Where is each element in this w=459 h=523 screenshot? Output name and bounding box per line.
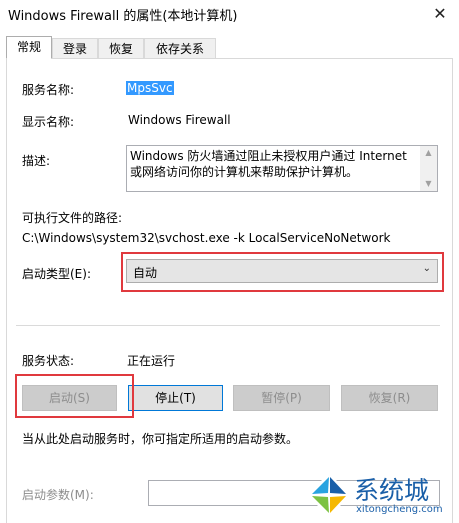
window-title: Windows Firewall 的属性(本地计算机) — [8, 9, 238, 24]
brand-logo-icon — [307, 473, 351, 517]
close-icon: ✕ — [433, 3, 447, 23]
description-box[interactable]: Windows 防火墙通过阻止未授权用户通过 Internet 或网络访问你的计… — [126, 145, 438, 192]
watermark-url: xitongcheng.com — [356, 504, 443, 515]
display-name-label: 显示名称: — [22, 115, 75, 129]
resume-button-label: 恢复(R) — [368, 391, 411, 405]
title-bar: Windows Firewall 的属性(本地计算机) ✕ — [0, 0, 459, 28]
description-scrollbar[interactable]: ▲ ▼ — [420, 146, 437, 191]
service-name-value[interactable]: MpsSvc — [126, 81, 174, 95]
watermark-brand: 系统城 — [354, 476, 430, 505]
service-status-value: 正在运行 — [127, 354, 176, 368]
close-button[interactable]: ✕ — [421, 0, 459, 26]
tab-dependencies-label: 依存关系 — [155, 42, 204, 56]
scroll-up-icon[interactable]: ▲ — [420, 146, 437, 160]
pause-button[interactable]: 暂停(P) — [233, 385, 330, 411]
description-label: 描述: — [22, 154, 51, 168]
service-name-label: 服务名称: — [22, 83, 75, 97]
tab-logon[interactable]: 登录 — [52, 38, 98, 58]
tab-recovery[interactable]: 恢复 — [98, 38, 144, 58]
highlight-startup-type — [121, 252, 444, 292]
tab-general[interactable]: 常规 — [6, 36, 52, 59]
exe-path-label: 可执行文件的路径: — [22, 211, 123, 225]
service-status-label: 服务状态: — [22, 354, 75, 368]
scroll-down-icon[interactable]: ▼ — [420, 177, 437, 191]
stop-button[interactable]: 停止(T) — [128, 385, 223, 411]
start-params-label: 启动参数(M): — [22, 488, 94, 502]
separator — [16, 325, 440, 326]
resume-button[interactable]: 恢复(R) — [341, 385, 438, 411]
stop-button-label: 停止(T) — [155, 391, 196, 405]
pause-button-label: 暂停(P) — [261, 391, 302, 405]
highlight-start-button — [15, 374, 134, 418]
startup-type-label: 启动类型(E): — [22, 267, 91, 281]
start-params-hint: 当从此处启动服务时，你可指定所适用的启动参数。 — [22, 432, 299, 446]
exe-path-value: C:\Windows\system32\svchost.exe -k Local… — [22, 231, 391, 245]
display-name-value[interactable]: Windows Firewall — [128, 113, 231, 127]
tab-logon-label: 登录 — [62, 42, 87, 56]
tab-dependencies[interactable]: 依存关系 — [144, 38, 216, 58]
tab-recovery-label: 恢复 — [108, 42, 133, 56]
tab-general-label: 常规 — [16, 40, 41, 54]
description-text: Windows 防火墙通过阻止未授权用户通过 Internet 或网络访问你的计… — [130, 149, 407, 179]
watermark: 系统城 xitongcheng.com — [306, 470, 456, 520]
